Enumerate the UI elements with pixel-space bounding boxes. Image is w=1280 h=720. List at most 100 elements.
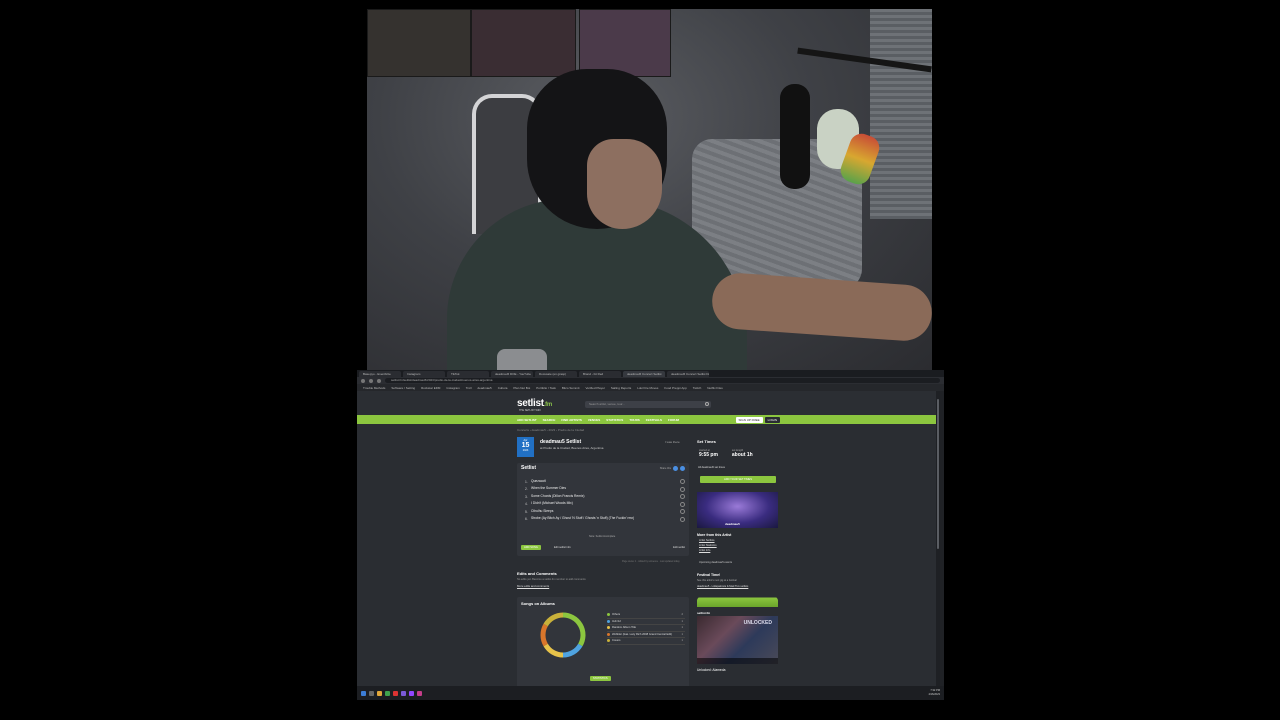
song-title[interactable]: Cthulhu Sleeps <box>531 509 553 514</box>
donut-slice[interactable] <box>562 643 583 658</box>
donut-slice[interactable] <box>562 612 586 647</box>
date-block: Apr 15 2023 <box>517 437 534 457</box>
venue-link[interactable]: at Predio de la Ciudad, Buenos Aires, Ar… <box>540 446 603 450</box>
edits-link[interactable]: More edits and comments <box>517 584 549 588</box>
bookmark-item[interactable]: Cultura <box>498 386 508 390</box>
site-search-input[interactable]: Search artist, venue, tour... <box>585 401 711 408</box>
search-icon[interactable] <box>705 402 709 406</box>
twitter-share-icon[interactable] <box>673 466 678 471</box>
discord-icon[interactable] <box>401 690 406 696</box>
scroll-thumb[interactable] <box>937 399 939 549</box>
spotify-icon[interactable] <box>385 690 390 696</box>
bookmark-item[interactable]: Sailing Reports <box>611 386 631 390</box>
browser-tab[interactable]: deadmau5 Concert Setlist Dat <box>667 370 709 377</box>
set-times-link[interactable]: All deadmau5 set times <box>698 466 725 469</box>
bookmark-item[interactable]: Netflix Files <box>707 386 723 390</box>
bookmark-item[interactable]: Twitch <box>693 386 702 390</box>
bookmark-item[interactable]: Loki Fire Moves <box>637 386 658 390</box>
nav-item[interactable]: VENUES <box>588 418 600 422</box>
bookmark-item[interactable]: Portfolio / Task <box>536 386 556 390</box>
song-info-icon[interactable] <box>680 479 685 485</box>
obs-icon[interactable] <box>417 690 422 696</box>
bookmark-item[interactable]: Bitco Summit <box>562 386 580 390</box>
page-scrollbar[interactable] <box>936 391 940 686</box>
nav-item[interactable]: TOURS <box>629 418 639 422</box>
artist-info-link[interactable]: Artist Info <box>699 549 710 552</box>
breadcrumb[interactable]: Concerts › deadmau5 › 2023 › Predio de l… <box>517 428 584 432</box>
file-explorer-icon[interactable] <box>377 690 382 696</box>
url-field[interactable]: setlist.fm/setlist/deadmau5/2023/predio-… <box>385 378 940 383</box>
bookmark-item[interactable]: Plan Net Bot <box>513 386 530 390</box>
browser-tab[interactable]: Instagram <box>403 370 445 377</box>
video-controls[interactable] <box>697 658 778 664</box>
windows-start-icon[interactable] <box>361 690 366 696</box>
browser-tab[interactable]: Brand - bit Red <box>579 370 621 377</box>
bookmark-item[interactable]: Troll <box>466 386 472 390</box>
festival-banner[interactable] <box>697 591 778 607</box>
browser-tab[interactable]: Docusate (en grasp) <box>535 370 577 377</box>
browser-tab[interactable]: deadmau5 DOE - YouTube <box>491 370 533 377</box>
system-clock[interactable]: 7:32 PM 4/16/2023 <box>928 689 940 696</box>
add-set-times-button[interactable]: ADD YOUR SET TIMES <box>700 476 776 483</box>
bookmark-item[interactable]: Food Preppi App <box>664 386 686 390</box>
song-info-icon[interactable] <box>680 486 685 492</box>
attended-toggle[interactable]: I was there <box>665 440 680 444</box>
song-info-icon[interactable] <box>680 509 685 515</box>
bookmark-item[interactable]: Software / Setting <box>391 386 415 390</box>
nav-item[interactable]: FIND ARTISTS <box>561 418 582 422</box>
edit-info-link[interactable]: Edit setlist info <box>554 546 571 549</box>
song-row[interactable]: 3. Some Chords (Dillon Francis Remix) <box>525 493 685 501</box>
login-button[interactable]: LOGIN <box>764 416 780 423</box>
reload-icon[interactable] <box>377 378 381 383</box>
logo-name: setlist <box>517 398 544 409</box>
search-placeholder: Search artist, venue, tour... <box>589 402 625 406</box>
song-info-icon[interactable] <box>680 494 685 500</box>
song-row[interactable]: 4. I Didn't (Michael Woods Mix) <box>525 501 685 509</box>
song-title[interactable]: Quezacotl <box>531 479 546 484</box>
bookmark-item[interactable]: deadmau5 <box>478 386 492 390</box>
statistics-button[interactable]: STATISTICS <box>590 676 611 681</box>
donut-slice[interactable] <box>540 623 548 647</box>
song-title[interactable]: When the Summer Dies <box>531 487 566 491</box>
song-info-icon[interactable] <box>680 516 685 522</box>
browser-tab[interactable]: TikTok <box>447 370 489 377</box>
festival-link[interactable]: deadmau5 - Lollapalooza & Mad Tixs setli… <box>697 585 748 588</box>
donut-slice[interactable] <box>543 612 564 627</box>
song-row[interactable]: 1. Quezacotl <box>525 478 685 486</box>
nav-item[interactable]: FORUM <box>668 418 679 422</box>
facebook-share-icon[interactable] <box>680 466 685 471</box>
song-row[interactable]: 2. When the Summer Dies <box>525 486 685 494</box>
song-row[interactable]: 6. Strobe (Ay Bitch Ay / Ghost 'N Stuff /… <box>525 516 685 524</box>
nav-item[interactable]: FESTIVALS <box>646 418 662 422</box>
song-title[interactable]: Some Chords (Dillon Francis Remix) <box>531 494 585 499</box>
add-song-button[interactable]: ADD SONG <box>521 545 541 550</box>
bookmark-item[interactable]: Instagram <box>446 386 459 390</box>
song-row[interactable]: 5. Cthulhu Sleeps <box>525 508 685 516</box>
browser-tab[interactable]: deadmau5 Concert Setlist <box>623 370 665 377</box>
nav-item[interactable]: STATISTICS <box>606 418 623 422</box>
nav-item[interactable]: ADD SETLIST <box>517 418 537 422</box>
bookmark-item[interactable]: Verified Player <box>586 386 605 390</box>
twitch-icon[interactable] <box>409 690 414 696</box>
back-icon[interactable] <box>361 378 365 383</box>
video-player[interactable]: UNLOCKED <box>697 616 778 664</box>
events-link[interactable]: Upcoming deadmau5 events <box>699 561 732 564</box>
search-icon[interactable] <box>369 690 374 696</box>
donut-slice[interactable] <box>543 643 564 658</box>
artist-statistics-link[interactable]: Artist Statistics <box>699 544 717 547</box>
forward-icon[interactable] <box>369 378 373 383</box>
bookmark-item[interactable]: Rockstar EDM <box>421 386 440 390</box>
chrome-icon[interactable] <box>393 690 398 696</box>
song-title[interactable]: I Didn't (Michael Woods Mix) <box>531 502 573 506</box>
browser-tab[interactable]: Basepyo - Eventbrite <box>359 370 401 377</box>
bookmark-item[interactable]: Trouble Methods <box>363 386 385 390</box>
artist-image[interactable]: deadmau5 <box>697 492 778 528</box>
album-legend-item[interactable]: Covers 1 <box>607 638 685 645</box>
song-info-icon[interactable] <box>680 501 685 507</box>
artist-setlists-link[interactable]: Artist Setlists <box>699 539 715 542</box>
site-logo[interactable]: setlist.fm <box>517 398 552 409</box>
signup-button[interactable]: SIGN UP FREE <box>735 416 763 423</box>
edit-setlist-link[interactable]: Edit setlist <box>673 546 685 549</box>
nav-item[interactable]: SEARCH <box>543 418 556 422</box>
song-title[interactable]: Strobe (Ay Bitch Ay / Ghost 'N Stuff / G… <box>531 517 634 521</box>
